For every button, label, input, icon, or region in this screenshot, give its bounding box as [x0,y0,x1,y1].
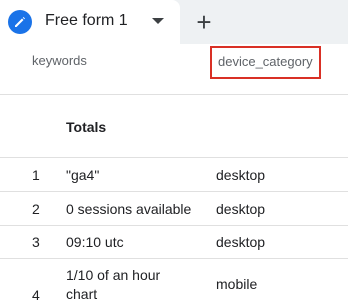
column-header-device-label: device_category [218,54,313,69]
divider [0,157,348,158]
divider [0,191,348,192]
row-keyword-line2: chart [66,286,98,302]
row-index: 1 [32,167,40,183]
tab-label: Free form 1 [45,12,128,29]
tab-free-form-1[interactable]: Free form 1 [0,0,180,44]
row-keyword: "ga4" [66,167,100,183]
row-keyword: 0 sessions available [66,201,192,217]
divider [0,258,348,259]
row-device: mobile [216,276,258,292]
chevron-down-icon[interactable] [152,18,164,24]
divider [0,94,348,95]
totals-label: Totals [66,119,107,135]
row-device: desktop [216,201,266,217]
row-keyword: 1/10 of an hour [66,267,161,283]
row-device: desktop [216,167,266,183]
column-header-keywords[interactable]: keywords [32,53,87,68]
row-keyword: 09:10 utc [66,234,124,250]
tab-bar: Free form 1 + [0,0,348,44]
row-device: desktop [216,234,266,250]
add-tab-button[interactable]: + [186,6,222,38]
row-index: 2 [32,201,40,217]
column-header-device-category[interactable]: device_category [210,46,321,79]
row-index: 3 [32,234,40,250]
row-index: 4 [32,287,40,303]
pencil-icon [8,10,32,34]
divider [0,225,348,226]
